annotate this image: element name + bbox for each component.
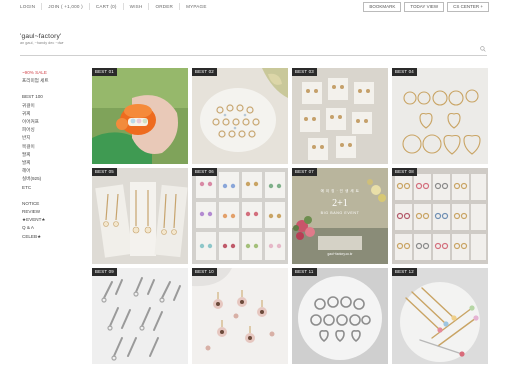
rank-badge: BEST 10 — [192, 268, 217, 276]
product-image — [192, 68, 288, 164]
sidebar-item-qna[interactable]: Q & A — [22, 224, 82, 232]
product-grid: BEST 01 BEST 02 BEST 03 BEST 04 BEST 05 … — [92, 68, 488, 364]
sidebar-item-premium-set[interactable]: 프리미엄 세트 — [22, 77, 82, 85]
sidebar-item-anklets[interactable]: 발찌 — [22, 159, 82, 167]
rank-badge: BEST 08 — [392, 168, 417, 176]
product-tile[interactable]: BEST 07 에 이 징 · 인 생 세 트 2+1 BIG BANG EVE… — [292, 168, 388, 264]
product-image — [392, 68, 488, 164]
sidebar-item-review[interactable]: REVIEW — [22, 208, 82, 216]
sidebar-item-event[interactable]: ★EVENT★ — [22, 216, 82, 224]
order-link[interactable]: ORDER — [155, 3, 181, 10]
product-image — [292, 68, 388, 164]
rank-badge: BEST 07 — [292, 168, 317, 176]
sidebar-item-sale[interactable]: ~90% SALE — [22, 69, 82, 77]
product-tile[interactable]: BEST 10 — [192, 268, 288, 364]
product-image — [392, 268, 488, 364]
search-underline — [20, 55, 487, 56]
sidebar-item-earrings[interactable]: 귀걸이 — [22, 102, 82, 110]
event-subtitle: BIG BANG EVENT — [320, 211, 360, 215]
wish-link[interactable]: WISH — [130, 3, 150, 10]
product-tile[interactable]: BEST 08 — [392, 168, 488, 264]
sidebar-item-rings[interactable]: 반지 — [22, 134, 82, 142]
rank-badge: BEST 09 — [92, 268, 117, 276]
logo-title[interactable]: 'gaul~factory' — [20, 33, 64, 40]
bookmark-button[interactable]: BOOKMARK — [363, 2, 402, 12]
today-view-button[interactable]: TODAY VIEW — [404, 2, 445, 12]
event-caption: 에 이 징 · 인 생 세 트 — [320, 189, 360, 193]
rank-badge: BEST 06 — [192, 168, 217, 176]
cart-link[interactable]: CART (0) — [96, 3, 124, 10]
rank-badge: BEST 02 — [192, 68, 217, 76]
search-icon[interactable] — [480, 46, 486, 52]
sidebar-item-etc[interactable]: ETC — [22, 184, 82, 192]
product-tile[interactable]: BEST 12 — [392, 268, 488, 364]
rank-badge: BEST 04 — [392, 68, 417, 76]
sidebar-item-celeb[interactable]: CELEB★ — [22, 233, 82, 241]
product-image — [192, 168, 288, 264]
cs-center-button[interactable]: CS CENTER + — [447, 2, 489, 12]
sidebar-menu: ~90% SALE 프리미엄 세트 BEST 100 귀걸이 귀찌 이어커프 피… — [22, 69, 82, 241]
logo[interactable]: 'gaul~factory' an gaul, ~handy dec ~dwr — [20, 33, 64, 45]
rank-badge: BEST 03 — [292, 68, 317, 76]
top-bar: LOGIN JOIN ( +1,000 ) CART (0) WISH ORDE… — [0, 0, 520, 14]
product-image — [292, 268, 388, 364]
product-image — [92, 168, 188, 264]
login-link[interactable]: LOGIN — [20, 3, 43, 10]
sidebar-item-ear-cuffs[interactable]: 이어커프 — [22, 118, 82, 126]
sidebar-item-silver925[interactable]: 실버(925) — [22, 175, 82, 183]
product-image — [392, 168, 488, 264]
sidebar-item-necklaces[interactable]: 목걸이 — [22, 143, 82, 151]
rank-badge: BEST 05 — [92, 168, 117, 176]
rank-badge: BEST 11 — [292, 268, 317, 276]
product-image — [92, 68, 188, 164]
sidebar-item-piercing[interactable]: 피어싱 — [22, 126, 82, 134]
top-buttons: BOOKMARK TODAY VIEW CS CENTER + — [363, 2, 489, 12]
product-image — [92, 268, 188, 364]
product-tile[interactable]: BEST 06 — [192, 168, 288, 264]
product-tile[interactable]: BEST 02 — [192, 68, 288, 164]
sidebar-item-ear-clips[interactable]: 귀찌 — [22, 110, 82, 118]
sidebar-item-notice[interactable]: NOTICE — [22, 200, 82, 208]
rank-badge: BEST 01 — [92, 68, 117, 76]
product-image — [192, 268, 288, 364]
event-url: gaul~factory.co.kr — [327, 252, 353, 256]
sidebar-item-hair[interactable]: 헤어 — [22, 167, 82, 175]
product-tile[interactable]: BEST 03 — [292, 68, 388, 164]
product-tile[interactable]: BEST 05 — [92, 168, 188, 264]
logo-subtitle: an gaul, ~handy dec ~dwr — [20, 41, 64, 45]
product-tile[interactable]: BEST 09 — [92, 268, 188, 364]
event-title: 2+1 — [332, 198, 348, 209]
product-tile[interactable]: BEST 11 — [292, 268, 388, 364]
sidebar-item-best100[interactable]: BEST 100 — [22, 93, 82, 101]
product-tile[interactable]: BEST 01 — [92, 68, 188, 164]
top-nav: LOGIN JOIN ( +1,000 ) CART (0) WISH ORDE… — [20, 3, 219, 10]
product-tile[interactable]: BEST 04 — [392, 68, 488, 164]
mypage-link[interactable]: MYPAGE — [186, 3, 213, 10]
join-link[interactable]: JOIN ( +1,000 ) — [48, 3, 90, 10]
product-image — [292, 168, 388, 264]
sidebar-item-bracelets[interactable]: 팔찌 — [22, 151, 82, 159]
rank-badge: BEST 12 — [392, 268, 417, 276]
